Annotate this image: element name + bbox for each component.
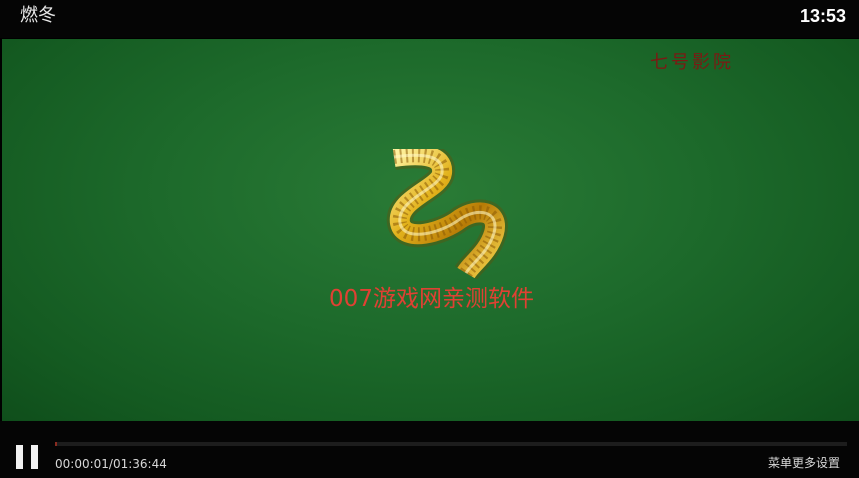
video-caption: 007游戏网亲测软件 [329,286,534,312]
video-area[interactable]: 七号影院 007游戏网亲测软件 [2,39,859,421]
pause-button[interactable] [14,445,42,469]
menu-more-settings[interactable]: 菜单更多设置 [768,455,840,471]
video-title: 燃冬 [20,5,56,26]
time-readout: 00:00:01/01:36:44 [55,457,167,471]
seek-progress [55,442,57,446]
playback-controls: 00:00:01/01:36:44 菜单更多设置 [0,421,859,478]
clock: 13:53 [799,6,846,26]
channel-watermark: 七号影院 [650,52,734,73]
video-player-screen: 燃冬 13:53 七号影院 007游戏网亲测软件 00:00:01/01:36:… [0,0,859,478]
top-bar: 燃冬 13:53 [0,0,859,38]
film-reel-logo-icon [386,149,508,279]
seek-bar[interactable] [55,442,847,446]
